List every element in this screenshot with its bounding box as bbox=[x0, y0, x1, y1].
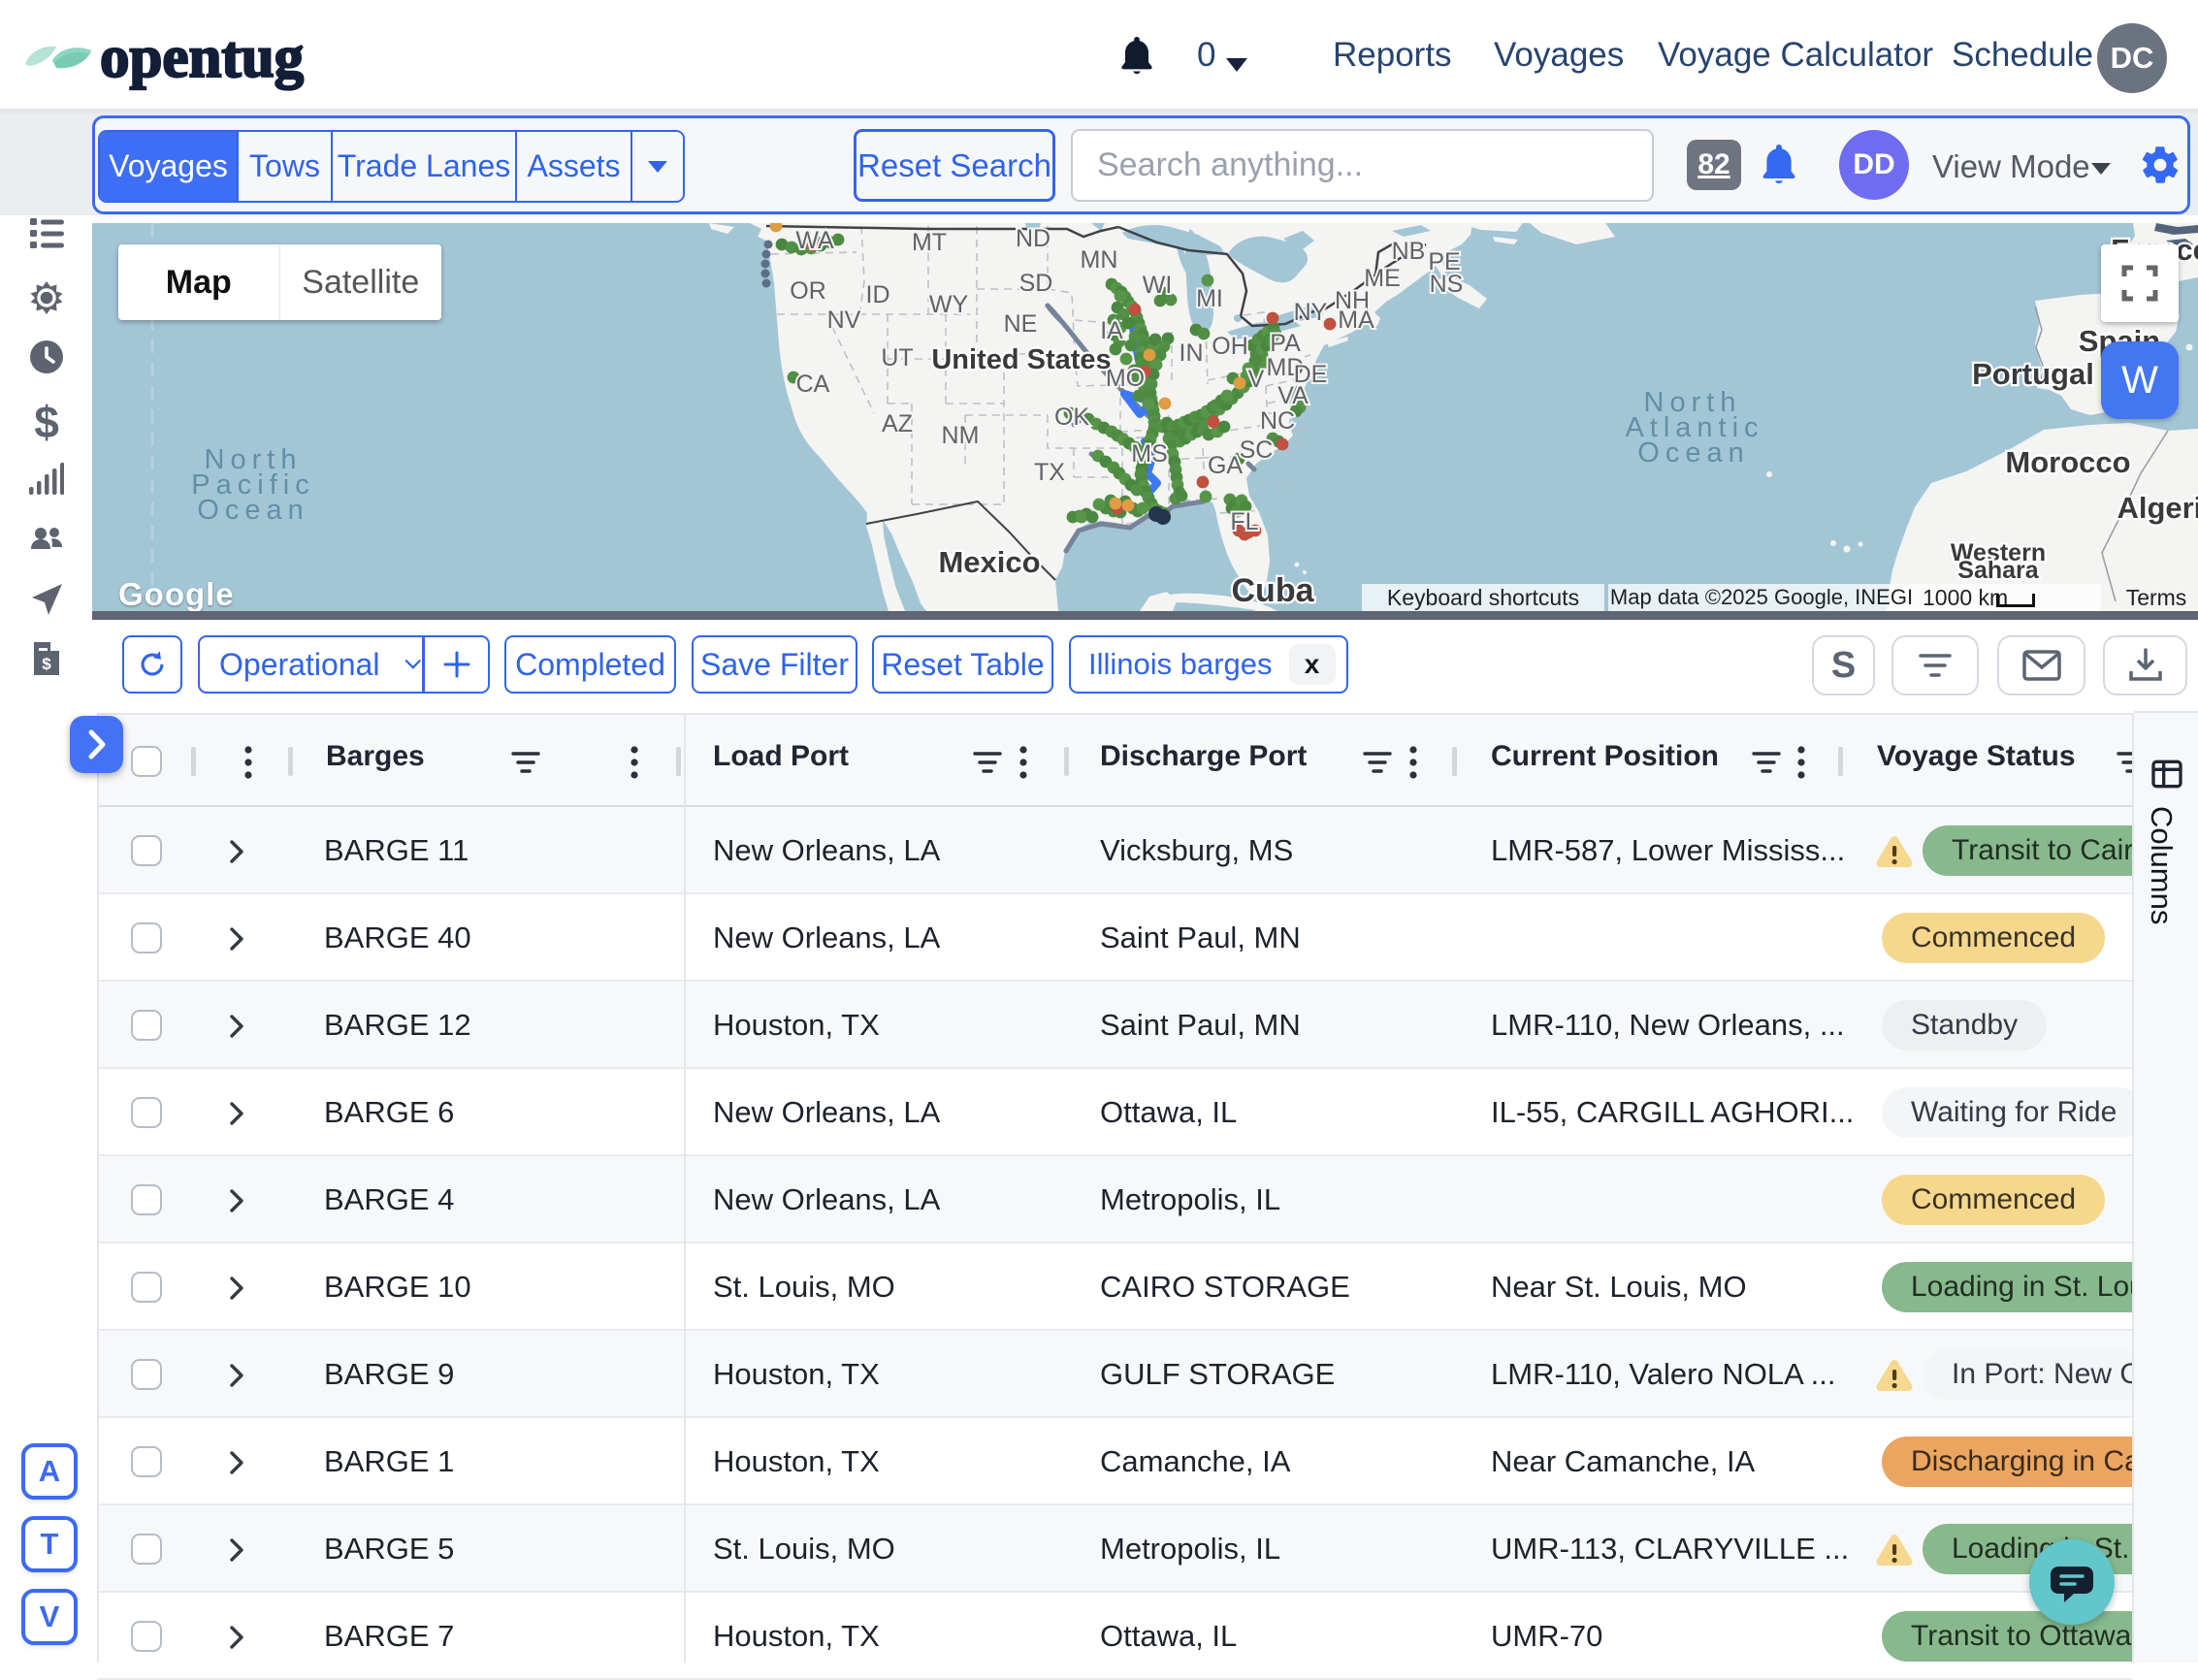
svg-text:MS: MS bbox=[1131, 440, 1168, 468]
svg-text:NS: NS bbox=[1430, 271, 1464, 298]
svg-text:TX: TX bbox=[1034, 459, 1065, 486]
svg-text:CA: CA bbox=[796, 371, 830, 398]
svg-text:GA: GA bbox=[1208, 452, 1243, 479]
svg-text:IA: IA bbox=[1100, 317, 1123, 344]
svg-text:IN: IN bbox=[1180, 339, 1204, 367]
svg-text:Ocean: Ocean bbox=[197, 495, 308, 526]
svg-text:Ocean: Ocean bbox=[1637, 437, 1749, 468]
svg-text:NV: NV bbox=[827, 307, 861, 334]
svg-text:ME: ME bbox=[1364, 265, 1401, 292]
svg-text:Portugal: Portugal bbox=[1972, 357, 2094, 391]
svg-text:OH: OH bbox=[1212, 333, 1248, 360]
svg-text:NE: NE bbox=[1004, 310, 1038, 338]
svg-text:NC: NC bbox=[1260, 407, 1295, 435]
svg-text:$: $ bbox=[42, 655, 51, 673]
svg-text:NB: NB bbox=[1392, 238, 1426, 265]
svg-text:V: V bbox=[1248, 366, 1265, 393]
svg-text:OR: OR bbox=[790, 277, 826, 305]
svg-text:AZ: AZ bbox=[882, 410, 913, 437]
svg-text:ND: ND bbox=[1016, 225, 1051, 252]
svg-text:MT: MT bbox=[912, 229, 947, 256]
svg-text:ID: ID bbox=[866, 281, 890, 308]
svg-text:MA: MA bbox=[1338, 307, 1374, 334]
svg-text:SC: SC bbox=[1240, 436, 1274, 464]
svg-text:OK: OK bbox=[1054, 404, 1089, 431]
svg-text:MN: MN bbox=[1081, 246, 1118, 274]
svg-text:VA: VA bbox=[1277, 382, 1309, 409]
svg-text:SD: SD bbox=[1019, 270, 1053, 297]
svg-text:FL: FL bbox=[1230, 508, 1258, 535]
svg-text:Cuba: Cuba bbox=[1232, 572, 1315, 609]
svg-text:WY: WY bbox=[929, 291, 969, 318]
svg-text:Algeria: Algeria bbox=[2117, 491, 2198, 525]
svg-text:UT: UT bbox=[881, 344, 913, 372]
svg-text:PA: PA bbox=[1270, 330, 1301, 357]
svg-text:NY: NY bbox=[1294, 299, 1328, 326]
svg-text:WI: WI bbox=[1143, 272, 1173, 299]
svg-text:MI: MI bbox=[1196, 285, 1223, 312]
svg-text:Morocco: Morocco bbox=[2005, 445, 2130, 479]
svg-text:NM: NM bbox=[942, 422, 980, 449]
svg-text:MO: MO bbox=[1106, 365, 1145, 392]
svg-text:United States: United States bbox=[931, 344, 1111, 375]
svg-text:Mexico: Mexico bbox=[938, 545, 1040, 579]
svg-text:WA: WA bbox=[795, 227, 834, 254]
svg-text:Sahara: Sahara bbox=[1957, 557, 2039, 584]
